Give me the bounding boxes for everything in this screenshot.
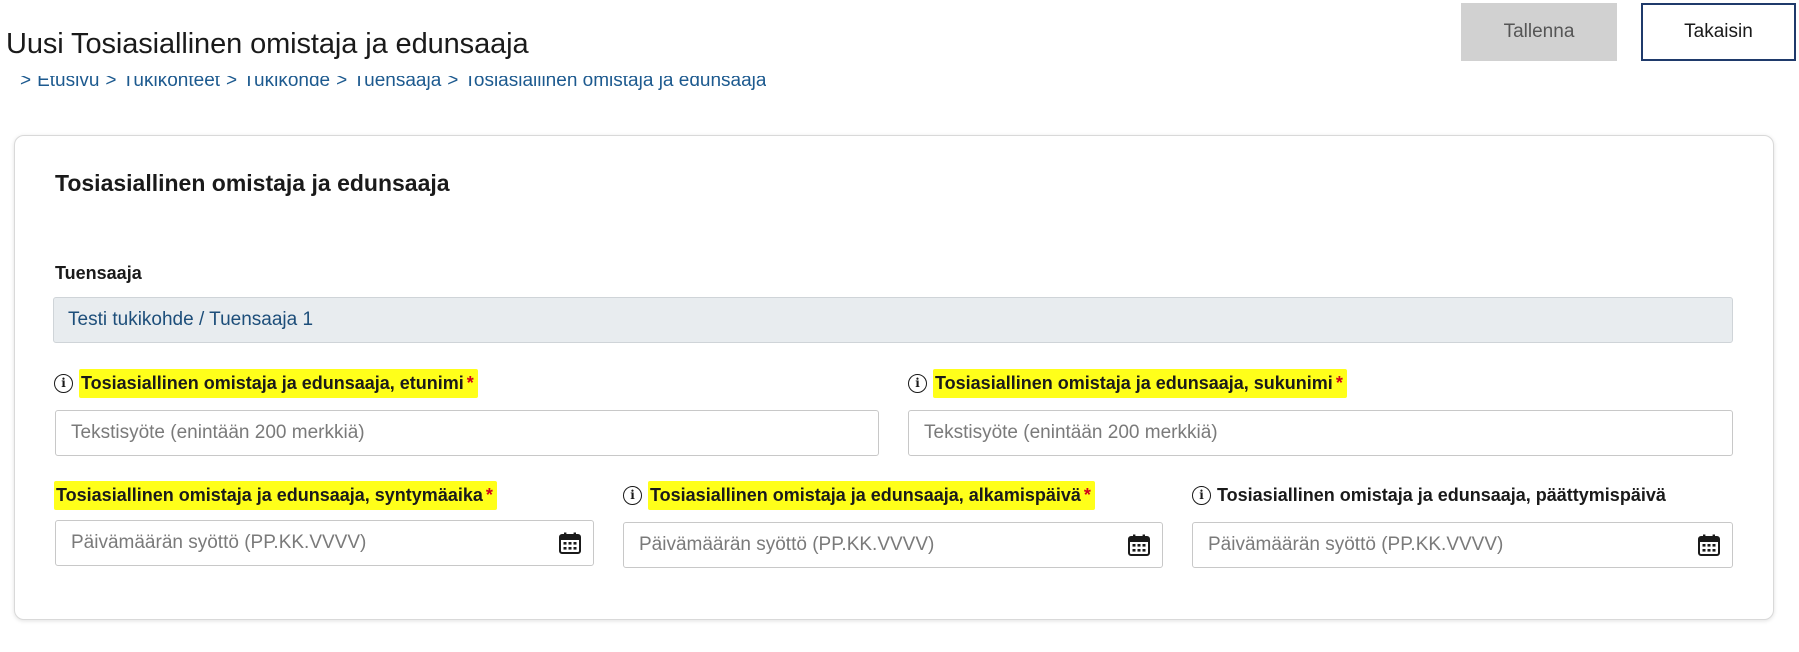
breadcrumb-separator: > [105, 76, 117, 91]
calendar-icon[interactable] [558, 531, 582, 555]
required-marker: * [466, 372, 474, 393]
info-icon[interactable]: i [908, 373, 927, 393]
recipient-label: Tuensaaja [55, 263, 142, 283]
breadcrumb-item-support-target[interactable]: Tukikohde [243, 76, 330, 92]
recipient-value: Testi tukikohde / Tuensaaja 1 [68, 309, 314, 330]
info-icon[interactable]: i [1192, 485, 1211, 505]
start-date-label: Tosiasiallinen omistaja ja edunsaaja, al… [648, 480, 1095, 510]
end-date-label-row: i Tosiasiallinen omistaja ja edunsaaja, … [1192, 478, 1666, 512]
last-name-label: Tosiasiallinen omistaja ja edunsaaja, su… [933, 368, 1347, 398]
info-icon[interactable]: i [623, 485, 642, 505]
birth-date-field [55, 520, 594, 566]
calendar-icon[interactable] [1127, 533, 1151, 557]
required-marker: * [1335, 372, 1343, 393]
breadcrumb: > Etusivu > Tukikonteet > Tukikohde > Tu… [20, 76, 766, 98]
required-marker: * [1083, 484, 1091, 505]
birth-date-label-text: Tosiasiallinen omistaja ja edunsaaja, sy… [56, 484, 483, 505]
last-name-label-text: Tosiasiallinen omistaja ja edunsaaja, su… [935, 372, 1333, 393]
start-date-input[interactable] [623, 522, 1163, 568]
first-name-label-row: i Tosiasiallinen omistaja ja edunsaaja, … [54, 366, 478, 400]
info-icon[interactable]: i [54, 373, 73, 393]
section-title: Tosiasiallinen omistaja ja edunsaaja [55, 170, 450, 196]
last-name-label-row: i Tosiasiallinen omistaja ja edunsaaja, … [908, 366, 1347, 400]
page-title: Uusi Tosiasiallinen omistaja ja edunsaaj… [6, 28, 529, 60]
breadcrumb-separator: > [336, 76, 348, 91]
first-name-label: Tosiasiallinen omistaja ja edunsaaja, et… [79, 368, 478, 398]
end-date-label: Tosiasiallinen omistaja ja edunsaaja, pä… [1217, 484, 1666, 505]
start-date-field [623, 522, 1163, 568]
back-button[interactable]: Takaisin [1641, 3, 1796, 61]
first-name-input[interactable] [55, 410, 879, 456]
last-name-input[interactable] [908, 410, 1733, 456]
breadcrumb-item-current[interactable]: Tosiasiallinen omistaja ja edunsaaja [464, 76, 766, 92]
breadcrumb-item-recipient[interactable]: Tuensaaja [353, 76, 441, 92]
breadcrumb-separator: > [447, 76, 459, 91]
birth-date-input[interactable] [55, 520, 594, 566]
end-date-input[interactable] [1192, 522, 1733, 568]
breadcrumb-item-home[interactable]: Etusivu [37, 76, 99, 92]
start-date-label-row: i Tosiasiallinen omistaja ja edunsaaja, … [623, 478, 1095, 512]
birth-date-label-row: Tosiasiallinen omistaja ja edunsaaja, sy… [54, 478, 497, 512]
breadcrumb-item-support-accounts[interactable]: Tukikonteet [123, 76, 221, 92]
start-date-label-text: Tosiasiallinen omistaja ja edunsaaja, al… [650, 484, 1081, 505]
recipient-field: Testi tukikohde / Tuensaaja 1 [53, 297, 1733, 343]
calendar-icon[interactable] [1697, 533, 1721, 557]
breadcrumb-separator: > [226, 76, 238, 91]
birth-date-label: Tosiasiallinen omistaja ja edunsaaja, sy… [54, 480, 497, 510]
breadcrumb-separator: > [20, 76, 32, 91]
required-marker: * [485, 484, 493, 505]
save-button[interactable]: Tallenna [1461, 3, 1617, 61]
first-name-label-text: Tosiasiallinen omistaja ja edunsaaja, et… [81, 372, 464, 393]
end-date-field [1192, 522, 1733, 568]
